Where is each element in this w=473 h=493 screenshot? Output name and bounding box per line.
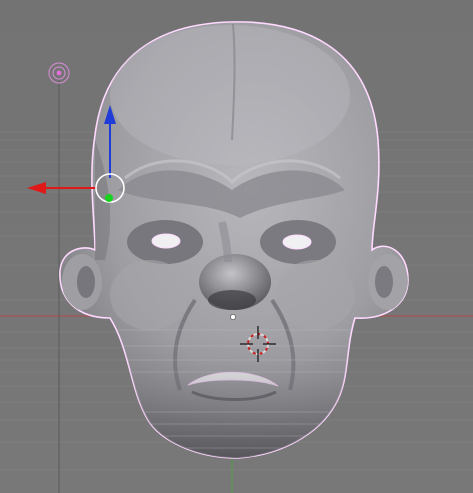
- viewport-canvas[interactable]: [0, 0, 473, 493]
- object-origin-point[interactable]: [230, 314, 236, 320]
- left-eye: [151, 233, 181, 249]
- head-mesh[interactable]: [59, 21, 409, 470]
- right-eye: [282, 234, 312, 250]
- 3d-viewport[interactable]: [0, 0, 473, 493]
- manipulator-center-point[interactable]: [105, 194, 113, 202]
